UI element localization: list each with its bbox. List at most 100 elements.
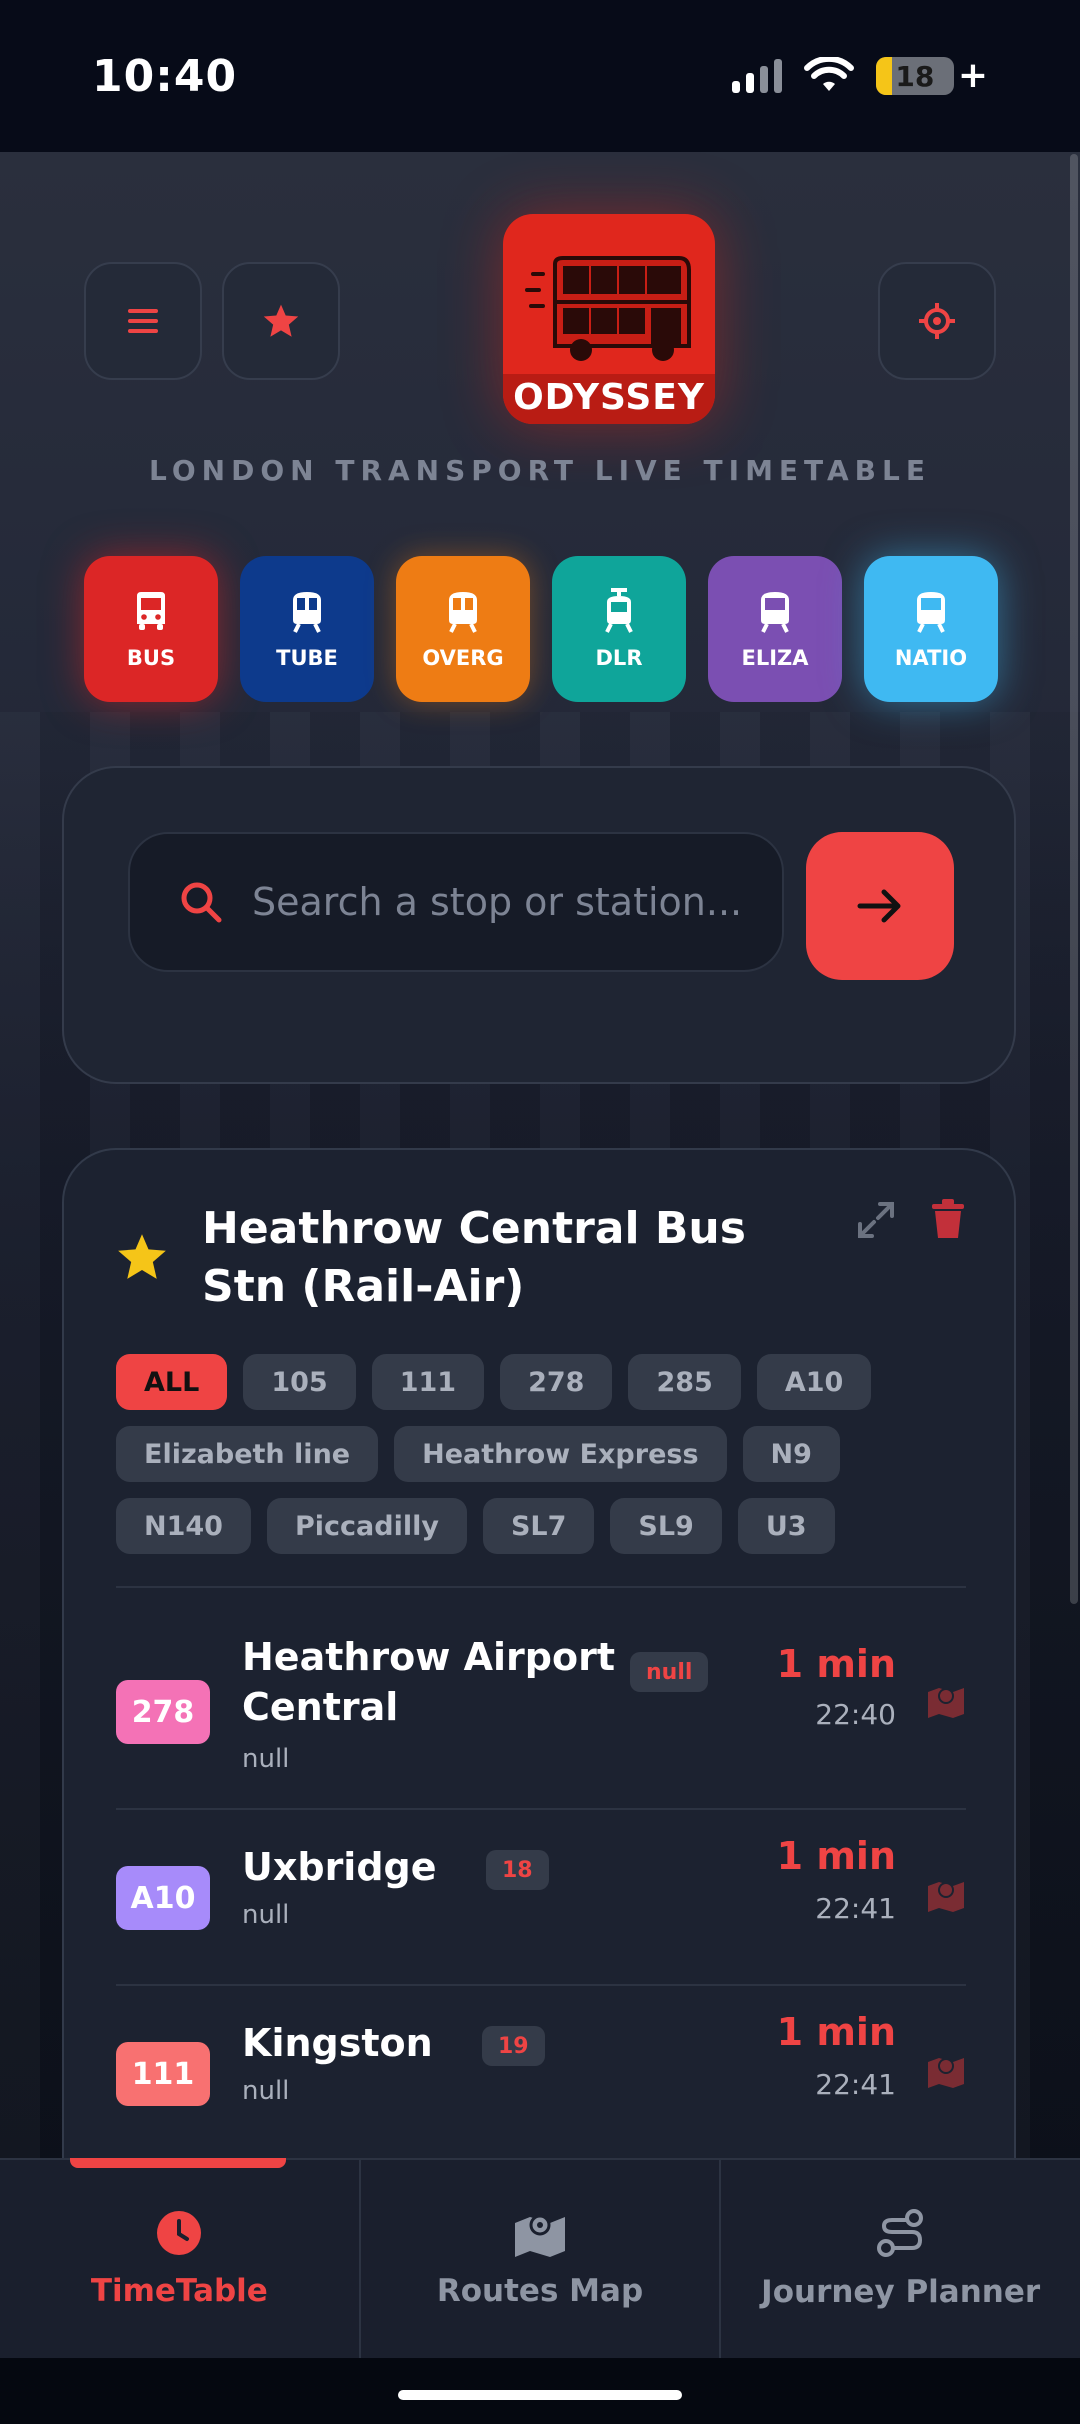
arrival-row[interactable]: 278 Heathrow Airport Central null null 1…	[116, 1626, 966, 1810]
menu-button[interactable]	[84, 262, 202, 380]
battery-level: 18	[895, 59, 935, 93]
app-logo: ODYSSEY	[503, 214, 715, 424]
mode-bus[interactable]: BUS	[84, 556, 218, 702]
search-submit-button[interactable]	[806, 832, 954, 980]
filter-chip-all[interactable]: ALL	[116, 1354, 228, 1410]
due-time: 1 min	[776, 1834, 896, 1878]
route-badge: 278	[116, 1680, 210, 1744]
tram-icon	[605, 588, 633, 633]
arrival-clock: 22:41	[815, 1892, 896, 1925]
destination: Kingston	[242, 2021, 433, 2065]
destination: Heathrow Airport Central	[242, 1635, 616, 1729]
mode-dlr[interactable]: DLR	[552, 556, 686, 702]
status-bar: 10:40 18 +	[0, 0, 1080, 152]
destination: Uxbridge	[242, 1845, 437, 1889]
filter-chip[interactable]: 278	[500, 1354, 613, 1410]
route-filters: ALL 105 111 278 285 A10 Elizabeth line H…	[116, 1354, 976, 1554]
double-decker-bus-icon	[525, 256, 691, 361]
filter-chip[interactable]: N140	[116, 1498, 251, 1554]
clock-icon	[157, 2211, 202, 2255]
bus-icon	[137, 592, 165, 630]
main-content: ODYSSEY LONDON TRANSPORT LIVE TIMETABLE …	[0, 152, 1080, 2158]
search-icon	[181, 882, 222, 923]
mode-label: BUS	[126, 646, 176, 670]
expand-icon[interactable]	[856, 1200, 896, 1240]
mode-tube[interactable]: TUBE	[240, 556, 374, 702]
star-icon	[263, 304, 299, 337]
filter-chip[interactable]: N9	[742, 1426, 840, 1482]
divider	[116, 1586, 966, 1588]
filter-chip[interactable]: 111	[371, 1354, 485, 1410]
filter-chip[interactable]: SL7	[482, 1498, 595, 1554]
platform-badge: 18	[486, 1850, 549, 1890]
tab-label: Routes Map	[436, 2273, 644, 2309]
mode-overground[interactable]: OVERG	[396, 556, 530, 702]
delete-icon[interactable]	[930, 1198, 966, 1240]
signal-icon	[731, 59, 782, 93]
train-icon	[449, 592, 477, 633]
platform-info: null	[242, 2076, 290, 2106]
train-icon	[293, 592, 321, 633]
filter-chip[interactable]: Elizabeth line	[116, 1426, 379, 1482]
filter-chip[interactable]: U3	[737, 1498, 835, 1554]
active-tab-indicator	[70, 2158, 286, 2168]
stop-name: Heathrow Central Bus Stn (Rail-Air)	[202, 1203, 746, 1312]
due-time: 1 min	[776, 1642, 896, 1686]
arrival-clock: 22:41	[815, 2068, 896, 2101]
charging-icon: +	[957, 55, 988, 96]
arrow-right-icon	[857, 889, 901, 923]
status-badge: null	[630, 1652, 709, 1692]
platform-badge: 19	[482, 2026, 545, 2066]
train-icon	[917, 592, 945, 633]
menu-icon	[128, 309, 158, 333]
wifi-icon	[803, 57, 854, 91]
train-icon	[761, 592, 789, 633]
arrival-row[interactable]: A10 Uxbridge 18 null 1 min 22:41	[116, 1810, 966, 1986]
map-icon[interactable]	[926, 2052, 966, 2092]
filter-chip[interactable]: A10	[756, 1354, 872, 1410]
mode-label: NATIO	[894, 646, 968, 670]
map-icon[interactable]	[926, 1682, 966, 1722]
mode-label: TUBE	[276, 646, 338, 670]
tab-journey-planner[interactable]: Journey Planner	[719, 2160, 1080, 2358]
stop-card: Heathrow Central Bus Stn (Rail-Air) ALL …	[62, 1148, 1016, 2158]
locate-button[interactable]	[878, 262, 996, 380]
filter-chip[interactable]: SL9	[610, 1498, 722, 1554]
tab-timetable[interactable]: TimeTable	[0, 2158, 359, 2358]
status-time: 10:40	[92, 50, 238, 102]
battery-icon: 18 +	[875, 55, 988, 96]
filter-chip[interactable]: 105	[243, 1354, 356, 1410]
app-tagline: LONDON TRANSPORT LIVE TIMETABLE	[149, 454, 931, 487]
tab-label: Journey Planner	[761, 2274, 1041, 2310]
search-card	[62, 766, 1016, 1084]
scrollbar[interactable]	[1070, 154, 1078, 1604]
status-icons: 18 +	[731, 55, 988, 96]
tab-routes-map[interactable]: Routes Map	[358, 2160, 720, 2358]
filter-chip[interactable]: Piccadilly	[266, 1498, 467, 1554]
mode-elizabeth[interactable]: ELIZA	[708, 556, 842, 702]
arrival-clock: 22:40	[815, 1698, 896, 1731]
system-nav-area	[0, 2358, 1080, 2424]
due-time: 1 min	[776, 2010, 896, 2054]
platform-info: null	[242, 1744, 290, 1774]
bottom-nav: TimeTable Routes Map Journey Planner	[0, 2158, 1080, 2358]
favorites-button[interactable]	[222, 262, 340, 380]
arrival-row[interactable]: 111 Kingston 19 null 1 min 22:41	[116, 1986, 966, 2158]
mode-national-rail[interactable]: NATIO	[864, 556, 998, 702]
logo-text: ODYSSEY	[513, 377, 705, 418]
mode-label: DLR	[595, 646, 643, 670]
transport-modes: BUS TUBE OVERG DLR ELIZA NATIO	[84, 556, 998, 702]
route-badge: 111	[116, 2042, 210, 2106]
search-box[interactable]	[128, 832, 784, 972]
tab-label: TimeTable	[90, 2273, 268, 2309]
filter-chip[interactable]: Heathrow Express	[394, 1426, 727, 1482]
filter-chip[interactable]: 285	[628, 1354, 741, 1410]
map-icon[interactable]	[926, 1876, 966, 1916]
search-input[interactable]	[252, 880, 782, 924]
mode-label: ELIZA	[741, 646, 809, 670]
platform-info: null	[242, 1900, 290, 1930]
mode-label: OVERG	[422, 646, 504, 670]
route-badge: A10	[116, 1866, 210, 1930]
favorite-star-icon[interactable]	[116, 1232, 168, 1282]
home-indicator[interactable]	[398, 2390, 682, 2400]
